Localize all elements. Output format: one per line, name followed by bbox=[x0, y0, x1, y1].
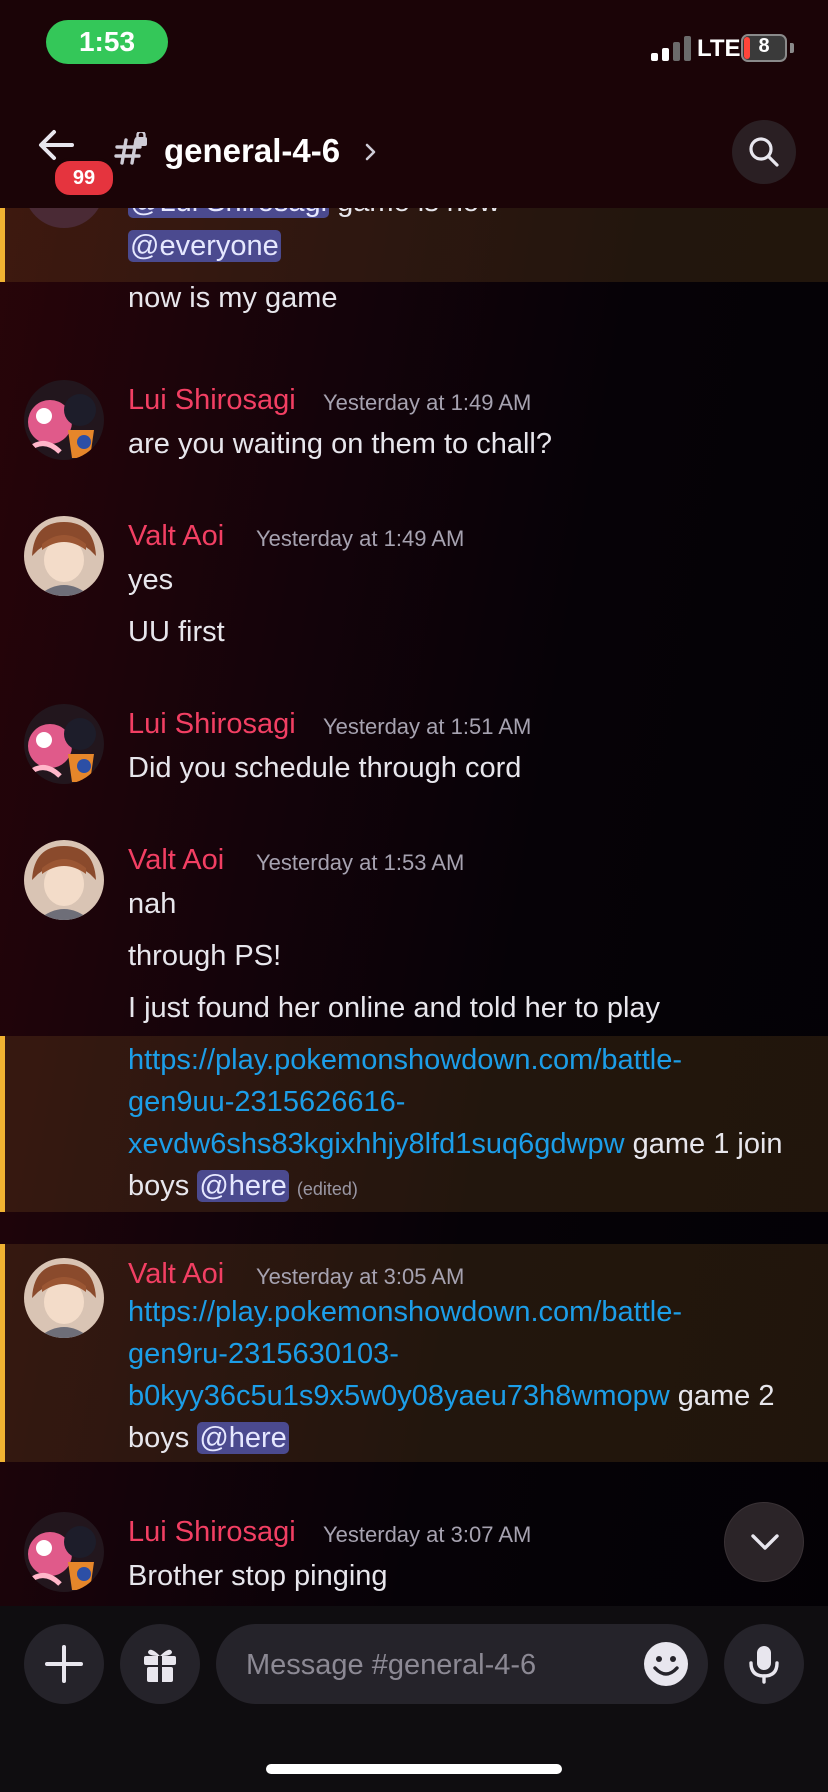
message-list[interactable]: @Lui Shirosagi game is now @everyone now… bbox=[0, 208, 828, 1606]
message-text: yes bbox=[128, 564, 174, 596]
microphone-icon bbox=[749, 1646, 779, 1684]
chevron-down-icon bbox=[751, 1534, 779, 1550]
signal-strength-icon bbox=[651, 33, 693, 61]
home-indicator[interactable] bbox=[266, 1764, 562, 1774]
search-button[interactable] bbox=[732, 120, 796, 184]
here-mention[interactable]: @here bbox=[197, 1170, 289, 1202]
status-time[interactable]: 1:53 bbox=[46, 20, 168, 64]
message-author[interactable]: Lui Shirosagi bbox=[128, 384, 296, 417]
battle-link[interactable]: b0kyy36c5u1s9x5w0y08yaeu73h8wmopw bbox=[128, 1380, 670, 1412]
battery-icon: 8 bbox=[741, 34, 787, 62]
message-text: I just found her online and told her to … bbox=[128, 992, 661, 1024]
gift-button[interactable] bbox=[120, 1624, 200, 1704]
message-text: https://play.pokemonshowdown.com/battle- bbox=[128, 1296, 682, 1329]
message-timestamp: Yesterday at 1:49 AM bbox=[256, 526, 465, 551]
message-text: gen9ru-2315630103- bbox=[128, 1338, 399, 1371]
message-text: b0kyy36c5u1s9x5w0y08yaeu73h8wmopw game 2 bbox=[128, 1380, 775, 1412]
battle-link[interactable]: https://play.pokemonshowdown.com/battle- bbox=[128, 1044, 682, 1076]
user-mention[interactable]: @Lui Shirosagi bbox=[128, 208, 330, 218]
message-timestamp: Yesterday at 3:07 AM bbox=[323, 1522, 532, 1547]
message-author[interactable]: Valt Aoi bbox=[128, 1258, 224, 1291]
avatar[interactable] bbox=[24, 516, 104, 596]
avatar[interactable] bbox=[24, 1258, 104, 1338]
message-timestamp: Yesterday at 1:53 AM bbox=[256, 850, 465, 875]
message-author[interactable]: Lui Shirosagi bbox=[128, 1516, 296, 1549]
message-author[interactable]: Valt Aoi bbox=[128, 844, 224, 877]
here-mention[interactable]: @here bbox=[197, 1422, 289, 1454]
gift-icon bbox=[144, 1649, 176, 1682]
avatar[interactable] bbox=[24, 1512, 104, 1592]
unread-badge: 99 bbox=[52, 158, 116, 198]
message-input-container[interactable] bbox=[216, 1624, 708, 1706]
plus-icon bbox=[45, 1645, 83, 1683]
battle-link[interactable]: https://play.pokemonshowdown.com/battle- bbox=[128, 1296, 682, 1328]
message-timestamp: Yesterday at 1:49 AM bbox=[323, 390, 532, 415]
message-text: https://play.pokemonshowdown.com/battle- bbox=[128, 1044, 682, 1077]
status-bar: 1:53 LTE 8 bbox=[0, 0, 828, 88]
battle-link[interactable]: gen9uu-2315626616- bbox=[128, 1086, 405, 1118]
message-text: xevdw6shs83kgixhhjy8lfd1suq6gdwpw game 1… bbox=[128, 1128, 783, 1160]
add-attachment-button[interactable] bbox=[24, 1624, 104, 1704]
message-text: are you waiting on them to chall? bbox=[128, 428, 552, 460]
avatar[interactable] bbox=[24, 704, 104, 784]
message-timestamp: Yesterday at 3:05 AM bbox=[256, 1264, 465, 1289]
emoji-icon bbox=[644, 1642, 688, 1686]
edited-label: (edited) bbox=[296, 1179, 358, 1199]
battle-link[interactable]: gen9ru-2315630103- bbox=[128, 1338, 399, 1370]
message-text: @everyone bbox=[128, 230, 281, 263]
jump-to-latest-button[interactable] bbox=[724, 1502, 804, 1582]
voice-message-button[interactable] bbox=[724, 1624, 804, 1704]
avatar[interactable] bbox=[24, 840, 104, 920]
chevron-right-icon[interactable] bbox=[364, 142, 378, 162]
network-type: LTE bbox=[697, 35, 741, 62]
battery-tip bbox=[790, 43, 794, 53]
message-text: boys @here bbox=[128, 1422, 289, 1454]
message-author[interactable]: Valt Aoi bbox=[128, 520, 224, 553]
message-text: @Lui Shirosagi game is now bbox=[128, 208, 500, 219]
emoji-button[interactable] bbox=[642, 1640, 690, 1688]
battery-level: 8 bbox=[758, 35, 770, 57]
message-text: through PS! bbox=[128, 940, 282, 972]
message-author[interactable]: Lui Shirosagi bbox=[128, 708, 296, 741]
message-timestamp: Yesterday at 1:51 AM bbox=[323, 714, 532, 739]
message-text: UU first bbox=[128, 616, 225, 648]
search-icon bbox=[749, 137, 779, 167]
avatar[interactable] bbox=[24, 380, 104, 460]
mention-highlight bbox=[0, 208, 828, 282]
message-text: Did you schedule through cord bbox=[128, 752, 522, 784]
message-text: gen9uu-2315626616- bbox=[128, 1086, 405, 1119]
hash-lock-icon bbox=[113, 130, 149, 168]
message-text: boys @here (edited) bbox=[128, 1170, 358, 1202]
everyone-mention[interactable]: @everyone bbox=[128, 230, 281, 262]
channel-header: 99 general-4-6 bbox=[0, 88, 828, 208]
message-text: Brother stop pinging bbox=[128, 1560, 388, 1592]
channel-title[interactable]: general-4-6 bbox=[164, 132, 340, 170]
battle-link[interactable]: xevdw6shs83kgixhhjy8lfd1suq6gdwpw bbox=[128, 1128, 625, 1160]
message-text: nah bbox=[128, 888, 177, 920]
message-input[interactable] bbox=[244, 1624, 628, 1706]
message-text: now is my game bbox=[128, 282, 338, 314]
